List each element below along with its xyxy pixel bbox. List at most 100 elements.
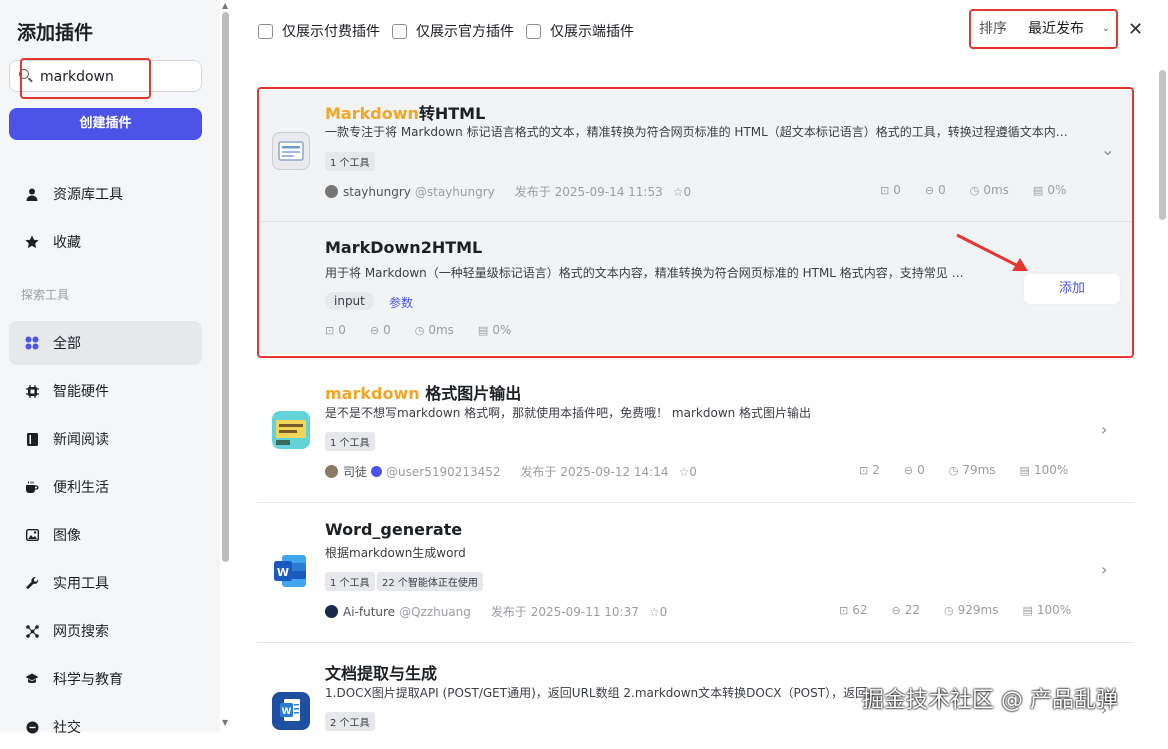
svg-text:W: W	[282, 707, 292, 717]
image-icon	[25, 528, 39, 542]
sidebar-title: 添加插件	[17, 22, 94, 44]
param-tag: input	[325, 292, 374, 310]
sidebar-item-science-education[interactable]: 科学与教育	[9, 657, 202, 701]
star-icon[interactable]: ☆	[673, 185, 684, 199]
scroll-down-icon[interactable]: ▼	[222, 718, 228, 727]
tool-count-tag: 1 个工具	[325, 432, 375, 451]
latency-stat: ◷ 0ms	[969, 183, 1009, 197]
message-icon: ⊖	[369, 323, 380, 337]
sidebar-item-utilities[interactable]: 实用工具	[9, 561, 202, 605]
checkbox[interactable]	[392, 23, 407, 39]
plugin-title[interactable]: Markdown转HTML	[325, 100, 485, 124]
close-icon[interactable]: ✕	[1128, 19, 1143, 40]
plugin-title[interactable]: Word_generate	[325, 520, 462, 539]
sidebar-item-life[interactable]: 便利生活	[9, 465, 202, 509]
message-icon: ⊖	[903, 463, 914, 477]
sidebar-item-image[interactable]: 图像	[9, 513, 202, 557]
plugin-stats: ⊡ 62 ⊖ 22 ◷ 929ms ▤ 100%	[839, 603, 1095, 617]
chevron-down-icon[interactable]: ⌄	[1101, 140, 1114, 159]
create-plugin-button[interactable]: 创建插件	[9, 108, 202, 140]
doc-icon: ▤	[477, 323, 489, 337]
plugin-title[interactable]: markdown 格式图片输出	[325, 380, 521, 404]
book-icon	[25, 432, 39, 446]
success-rate-stat: ▤ 100%	[1019, 463, 1069, 477]
avatar	[325, 185, 338, 198]
tool-count-tag: 2 个工具	[325, 712, 375, 731]
sidebar-item-news[interactable]: 新闻阅读	[9, 417, 202, 461]
sidebar-item-label: 资源库工具	[53, 187, 123, 203]
plugin-card[interactable]: W Word_generate 根据markdown生成word 1 个工具 2…	[257, 510, 1134, 635]
publish-date: 发布于 2025-09-11 10:37	[490, 605, 639, 619]
add-tool-button[interactable]: 添加	[1024, 274, 1120, 304]
filter-edge[interactable]: 仅展示端插件	[526, 21, 634, 41]
sort-value: 最近发布	[1028, 21, 1084, 37]
divider	[257, 502, 1134, 503]
chevron-right-icon[interactable]: ›	[1101, 420, 1107, 439]
author-name[interactable]: 司徒	[343, 463, 367, 480]
filter-label: 仅展示端插件	[550, 24, 634, 40]
scroll-up-icon[interactable]: ▲	[222, 1, 228, 10]
sidebar-item-social[interactable]: 社交	[9, 705, 202, 749]
sidebar-item-all[interactable]: 全部	[9, 321, 202, 365]
sidebar-item-label: 实用工具	[53, 576, 109, 592]
tool-description: 用于将 Markdown（一种轻量级标记语言）格式的文本内容，精准转换为符合网页…	[325, 266, 965, 280]
plugin-card[interactable]: markdown 格式图片输出 是不是不想写markdown 格式啊，那就使用本…	[257, 370, 1134, 490]
sort-control[interactable]: 排序 最近发布 ⌄	[979, 18, 1110, 38]
clock-icon: ◷	[969, 183, 980, 197]
divider	[257, 221, 1134, 222]
search-icon	[19, 69, 29, 79]
doc-logo-icon: W	[272, 692, 310, 730]
plugin-description: 一款专注于将 Markdown 标记语言格式的文本，精准转换为符合网页标准的 H…	[325, 125, 1068, 139]
star-count: 0	[683, 184, 692, 199]
author-name[interactable]: Ai-future	[343, 605, 395, 619]
author-handle: @Qzzhuang	[399, 604, 471, 619]
search-input[interactable]	[40, 66, 190, 88]
person-icon	[25, 187, 39, 201]
bot-icon: ⊡	[880, 183, 890, 197]
filter-official[interactable]: 仅展示官方插件	[392, 21, 514, 41]
plugin-description: 1.DOCX图片提取API (POST/GET通用)，返回URL数组 2.mar…	[325, 686, 885, 700]
author-handle: @user5190213452	[386, 464, 501, 479]
sidebar-scrollbar[interactable]: ▲ ▼	[220, 0, 232, 732]
coffee-icon	[25, 480, 39, 494]
sidebar-item-smart-hardware[interactable]: 智能硬件	[9, 369, 202, 413]
success-rate-stat: ▤ 100%	[1022, 603, 1072, 617]
sidebar-item-library-tools[interactable]: 资源库工具	[9, 172, 202, 216]
chevron-right-icon[interactable]: ›	[1101, 560, 1107, 579]
grid-icon	[25, 336, 39, 350]
tool-count-tag: 1 个工具	[325, 152, 375, 171]
checkbox[interactable]	[526, 23, 541, 39]
call-count-stat: ⊖ 0	[369, 323, 391, 337]
section-label: 探索工具	[21, 288, 70, 302]
author-name[interactable]: stayhungry	[343, 185, 411, 199]
plugin-description: 根据markdown生成word	[325, 546, 466, 560]
call-count-stat: ⊖ 0	[924, 183, 946, 197]
agent-usage-tag: 22 个智能体正在使用	[377, 572, 483, 591]
network-icon	[25, 624, 39, 638]
plugin-card-expanded[interactable]: Markdown转HTML 一款专注于将 Markdown 标记语言格式的文本，…	[257, 90, 1134, 354]
star-icon[interactable]: ☆	[649, 605, 660, 619]
sidebar-item-label: 智能硬件	[53, 384, 109, 400]
message-icon: ⊖	[924, 183, 935, 197]
clock-icon: ◷	[414, 323, 425, 337]
main-scrollbar[interactable]	[1157, 60, 1168, 732]
filter-paid[interactable]: 仅展示付费插件	[258, 21, 380, 41]
search-box[interactable]	[9, 60, 202, 92]
star-icon[interactable]: ☆	[679, 465, 690, 479]
star-count: 0	[659, 604, 668, 619]
bot-usage-stat: ⊡ 2	[859, 463, 880, 477]
sidebar-item-label: 便利生活	[53, 480, 109, 496]
clock-icon: ◷	[944, 603, 954, 617]
checkbox[interactable]	[258, 23, 273, 39]
sidebar-item-favorites[interactable]: 收藏	[9, 220, 202, 264]
latency-stat: ◷ 79ms	[948, 463, 996, 477]
plugin-title[interactable]: 文档提取与生成	[325, 660, 437, 684]
sidebar-item-web-search[interactable]: 网页搜索	[9, 609, 202, 653]
plugin-meta: stayhungry @stayhungry 发布于 2025-09-14 11…	[325, 183, 691, 200]
svg-text:W: W	[277, 566, 289, 579]
main-scroll-thumb[interactable]	[1159, 70, 1166, 220]
chevron-down-icon: ⌄	[1101, 22, 1110, 34]
param-link[interactable]: 参数	[389, 294, 413, 311]
sort-select[interactable]: 最近发布 ⌄	[1028, 18, 1110, 38]
sidebar-scroll-thumb[interactable]	[222, 12, 229, 562]
